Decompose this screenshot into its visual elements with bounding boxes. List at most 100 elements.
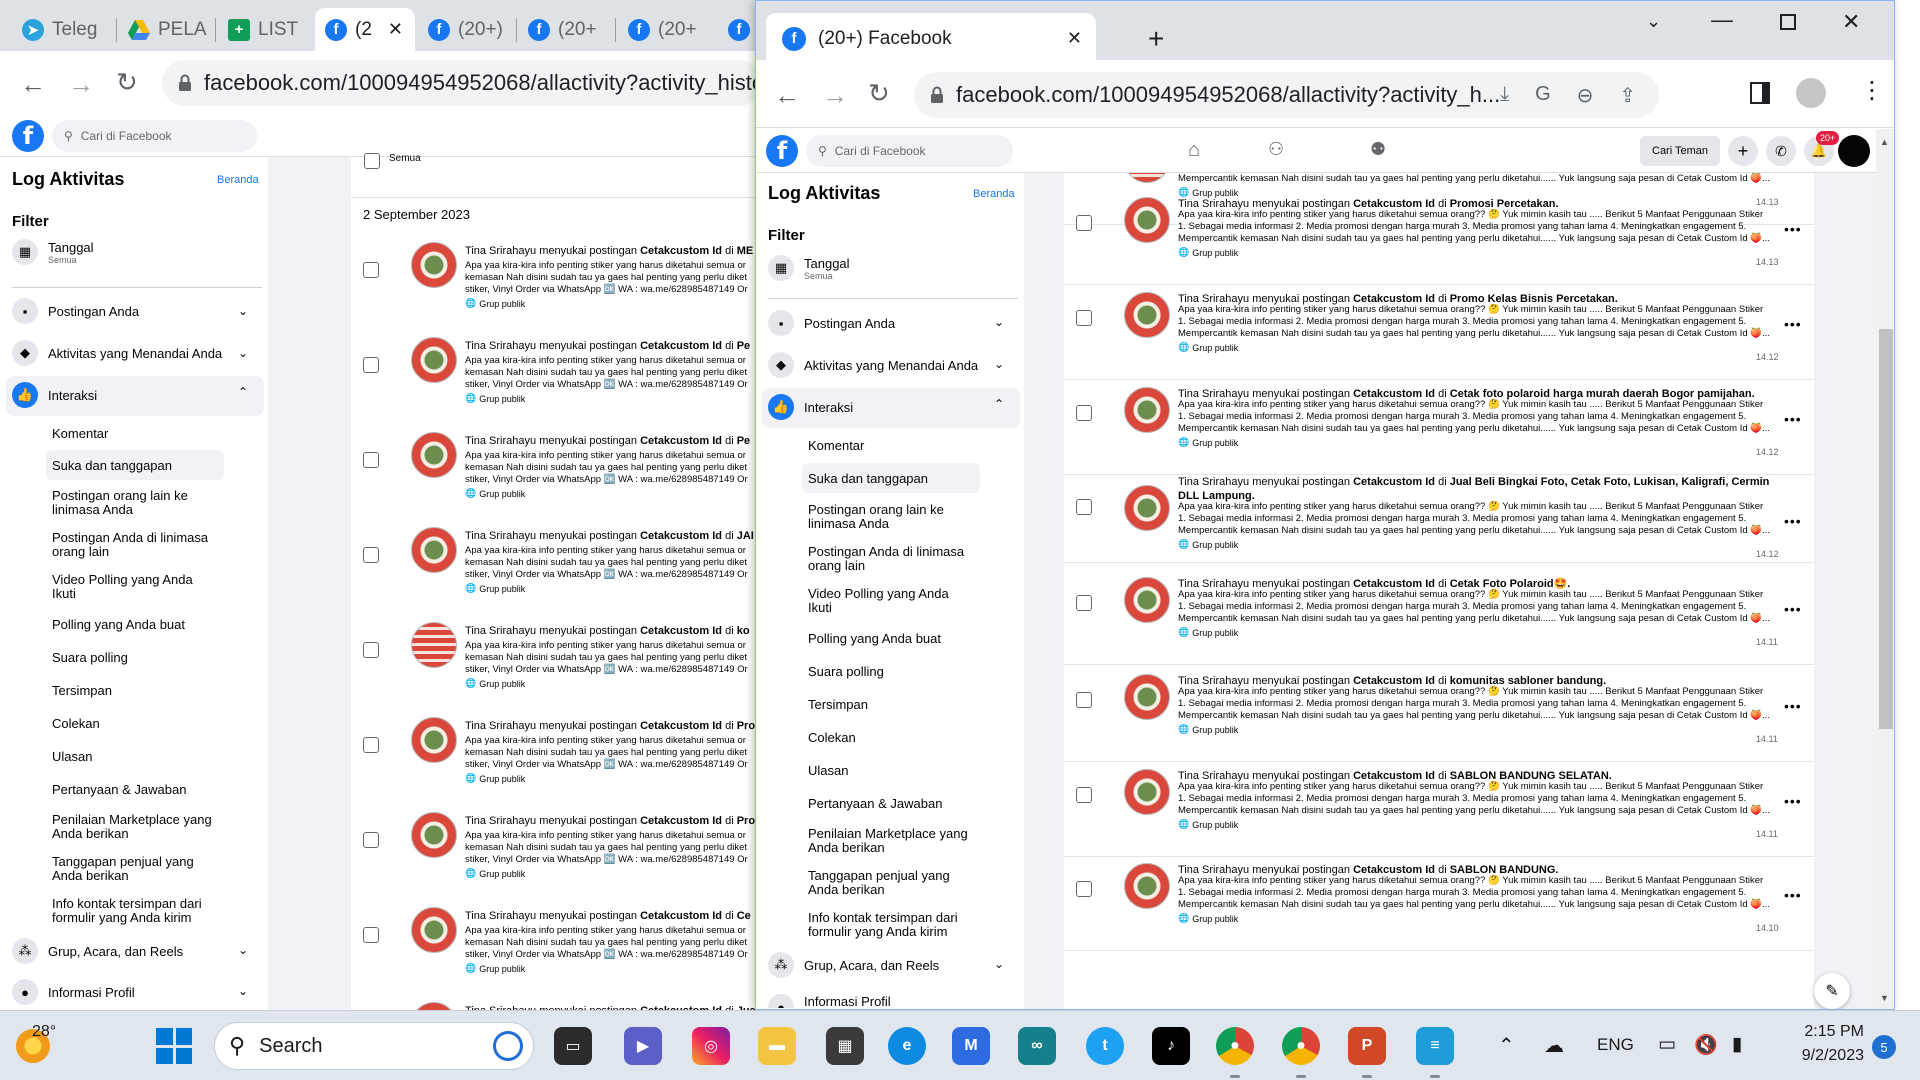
sub-pertanyaan[interactable]: Pertanyaan & Jawaban <box>808 797 942 811</box>
translate-icon[interactable]: G <box>1535 83 1551 108</box>
sub-tersimpan[interactable]: Tersimpan <box>808 698 868 712</box>
new-tab-icon[interactable]: + <box>1148 23 1164 55</box>
sub-video-polling[interactable]: Video Polling yang Anda Ikuti <box>808 587 958 615</box>
scroll-up-icon[interactable]: ▲ <box>1880 137 1889 147</box>
close-window-icon[interactable]: ✕ <box>1842 9 1860 35</box>
friends-nav-icon[interactable]: ⚇ <box>1268 139 1284 160</box>
sub-postingan-orang-lain[interactable]: Postingan orang lain ke linimasa Anda <box>52 489 222 517</box>
more-options-icon[interactable]: ••• <box>1784 601 1802 617</box>
minimize-icon[interactable]: — <box>1711 7 1733 33</box>
profile-avatar-icon[interactable] <box>1796 78 1826 108</box>
activity-row[interactable]: Tina Srirahayu menyukai postingan Cetakc… <box>351 242 771 337</box>
sub-komentar[interactable]: Komentar <box>52 427 108 441</box>
chevron-down-icon[interactable]: ⌄ <box>994 357 1004 371</box>
scroll-down-icon[interactable]: ▼ <box>1880 993 1889 1003</box>
forward-arrow-icon[interactable]: → <box>68 69 94 100</box>
sub-postingan-orang-lain[interactable]: Postingan orang lain ke linimasa Anda <box>808 503 958 531</box>
account-avatar[interactable] <box>1838 135 1870 167</box>
chevron-down-icon[interactable]: ⌄ <box>238 984 248 998</box>
sub-polling-buat[interactable]: Polling yang Anda buat <box>808 632 941 646</box>
post-thumbnail[interactable] <box>411 717 457 763</box>
activity-row[interactable]: Tina Srirahayu menyukai postingan Cetakc… <box>351 1002 771 1010</box>
row-checkbox[interactable] <box>363 547 379 563</box>
section-informasi-profil[interactable]: ● Informasi Profil <box>12 979 135 1005</box>
tiktok-icon[interactable]: ♪ <box>1152 1027 1190 1065</box>
chevron-down-icon[interactable]: ⌄ <box>238 943 248 957</box>
teams-chat-icon[interactable]: ▶ <box>624 1027 662 1065</box>
chrome-profile-b-icon[interactable]: ● <box>1282 1027 1320 1065</box>
section-postingan-anda[interactable]: ▪ Postingan Anda <box>12 298 139 324</box>
sub-tanggapan-penjual[interactable]: Tanggapan penjual yang Anda berikan <box>808 869 968 897</box>
back-arrow-icon[interactable]: ← <box>20 69 46 100</box>
more-options-icon[interactable]: ••• <box>1784 513 1802 529</box>
post-thumbnail[interactable] <box>1124 292 1170 338</box>
sub-tanggapan-penjual[interactable]: Tanggapan penjual yang Anda berikan <box>52 855 212 883</box>
chevron-up-icon[interactable]: ⌃ <box>994 397 1004 411</box>
row-checkbox[interactable] <box>363 832 379 848</box>
post-thumbnail[interactable] <box>411 432 457 478</box>
row-checkbox[interactable] <box>1076 787 1092 803</box>
tab-facebook-4[interactable]: f (20+ <box>618 8 713 51</box>
tab-facebook-2[interactable]: f (20+) <box>418 8 518 51</box>
chevron-up-icon[interactable]: ⌃ <box>1498 1033 1515 1058</box>
close-tab-icon[interactable]: ✕ <box>1067 28 1082 49</box>
chevron-up-icon[interactable]: ⌃ <box>238 385 248 399</box>
activity-row[interactable]: Tina Srirahayu menyukai postingan Cetakc… <box>351 527 771 622</box>
sub-komentar[interactable]: Komentar <box>808 439 864 453</box>
onedrive-cloud-icon[interactable]: ☁ <box>1544 1033 1564 1058</box>
sub-postingan-anda-linimasa[interactable]: Postingan Anda di linimasa orang lain <box>808 545 978 573</box>
side-panel-icon[interactable] <box>1750 82 1770 104</box>
row-checkbox[interactable] <box>363 262 379 278</box>
sub-video-polling[interactable]: Video Polling yang Anda Ikuti <box>52 573 202 601</box>
compose-edit-icon[interactable]: ✎ <box>1814 973 1850 1009</box>
more-options-icon[interactable]: ••• <box>1784 221 1802 237</box>
chevron-down-icon[interactable]: ⌄ <box>238 346 248 360</box>
home-nav-icon[interactable]: ⌂ <box>1188 139 1200 162</box>
activity-row[interactable]: Tina Srirahayu menyukai postingan Cetakc… <box>351 337 771 432</box>
taskbar-search[interactable]: ⚲ Search <box>214 1022 534 1070</box>
section-aktivitas-menandai[interactable]: ◆ Aktivitas yang Menandai Anda <box>768 352 978 378</box>
battery-icon[interactable]: ▮ <box>1732 1033 1742 1056</box>
row-checkbox[interactable] <box>1076 310 1092 326</box>
create-plus-icon[interactable]: + <box>1728 136 1758 166</box>
post-thumbnail[interactable] <box>1124 674 1170 720</box>
maximize-icon[interactable] <box>1780 14 1796 30</box>
tab-facebook[interactable]: f (20+) Facebook ✕ <box>766 13 1096 64</box>
front-address-bar[interactable]: facebook.com/100094954952068/allactivity… <box>914 72 1659 118</box>
section-interaksi[interactable]: 👍 Interaksi <box>768 394 853 420</box>
task-view-icon[interactable]: ▭ <box>554 1027 592 1065</box>
section-grup-acara[interactable]: ⁂ Grup, Acara, dan Reels <box>768 952 939 978</box>
network-icon[interactable]: ▭ <box>1658 1033 1676 1056</box>
tab-facebook-5[interactable]: f <box>718 8 760 51</box>
chevron-down-icon[interactable]: ⌄ <box>994 957 1004 971</box>
activity-row[interactable]: Tina Srirahayu menyukai postingan Cetakc… <box>1064 193 1814 285</box>
home-link[interactable]: Beranda <box>217 174 259 186</box>
sub-pertanyaan[interactable]: Pertanyaan & Jawaban <box>52 783 186 797</box>
arduino-icon[interactable]: ∞ <box>1018 1027 1056 1065</box>
activity-row[interactable]: Tina Srirahayu menyukai postingan Cetakc… <box>351 907 771 1002</box>
forward-arrow-icon[interactable]: → <box>822 80 848 111</box>
back-address-bar[interactable]: facebook.com/100094954952068/allactivity… <box>162 60 762 106</box>
sub-suka-tanggapan[interactable]: Suka dan tanggapan <box>46 450 224 480</box>
more-options-icon[interactable]: ••• <box>1784 411 1802 427</box>
clock-time[interactable]: 2:15 PM <box>1784 1023 1864 1041</box>
post-thumbnail[interactable] <box>1124 197 1170 243</box>
tab-drive[interactable]: PELA <box>118 8 213 51</box>
post-thumbnail[interactable] <box>1124 173 1170 183</box>
messenger-icon[interactable]: ✆ <box>1766 136 1796 166</box>
chrome-icon[interactable]: ● <box>1216 1027 1254 1065</box>
activity-row[interactable]: Tina Srirahayu menyukai postingan Cetakc… <box>1064 765 1814 857</box>
sub-ulasan[interactable]: Ulasan <box>52 750 92 764</box>
powerpoint-icon[interactable]: P <box>1348 1027 1386 1065</box>
more-options-icon[interactable]: ••• <box>1784 173 1802 177</box>
back-arrow-icon[interactable]: ← <box>774 80 800 111</box>
language-indicator[interactable]: ENG <box>1597 1035 1634 1055</box>
activity-row[interactable]: Tina Srirahayu menyukai postingan Cetakc… <box>351 432 771 527</box>
section-informasi-profil[interactable]: ● Informasi Profil <box>768 994 891 1008</box>
facebook-logo-icon[interactable]: f <box>12 120 44 152</box>
menu-kebab-icon[interactable]: ⋮ <box>1860 76 1884 105</box>
groups-nav-icon[interactable]: ⚉ <box>1370 139 1386 160</box>
activity-row[interactable]: Tina Srirahayu menyukai postingan Cetakc… <box>1064 383 1814 475</box>
row-checkbox[interactable] <box>363 642 379 658</box>
sub-ulasan[interactable]: Ulasan <box>808 764 848 778</box>
